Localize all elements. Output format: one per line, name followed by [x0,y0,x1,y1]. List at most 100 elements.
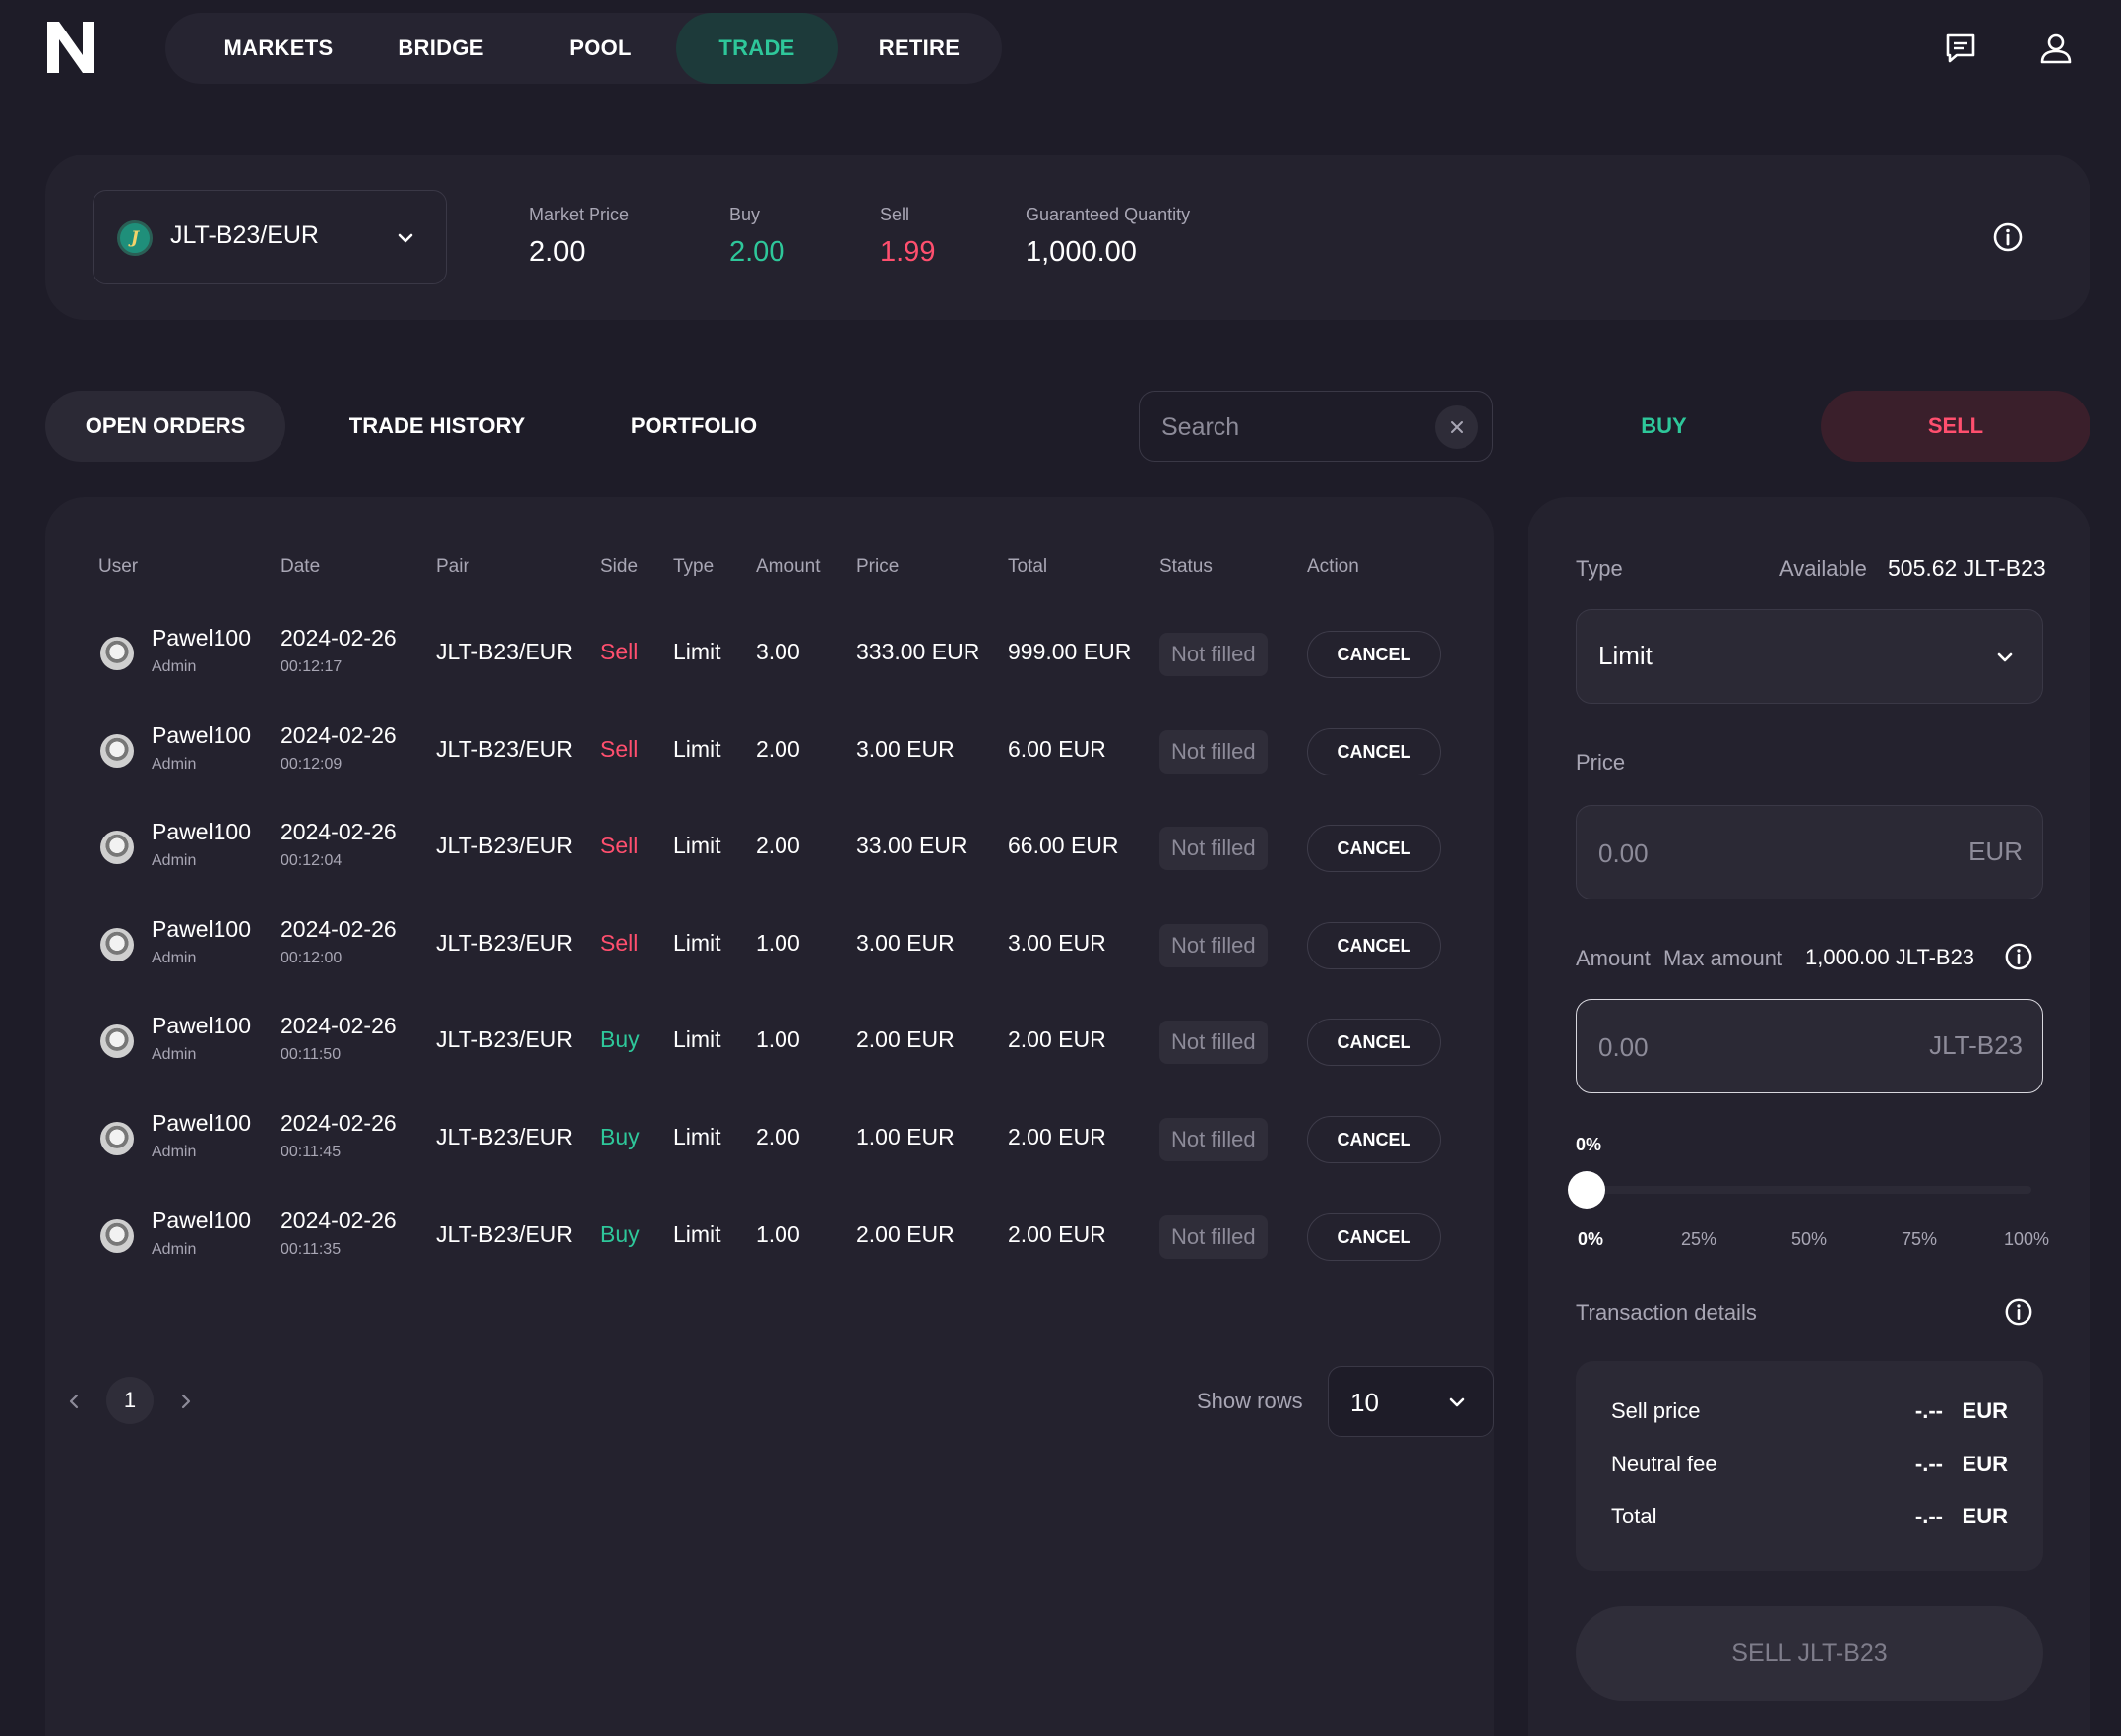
info-icon[interactable] [1992,221,2024,253]
sell-submit-button[interactable]: SELL JLT-B23 [1576,1606,2043,1701]
status-badge: Not filled [1159,1118,1268,1161]
buy-side-tab[interactable]: BUY [1524,391,1804,462]
search-input[interactable] [1161,409,1417,445]
chevron-left-icon[interactable] [59,1387,89,1416]
order-time: 00:11:45 [281,1144,342,1160]
order-total: 66.00 EUR [1008,833,1119,859]
nav-retire[interactable]: RETIRE [839,13,1000,84]
table-row: Pawel100 Admin 2024-02-26 00:11:35 JLT-B23/E… [45,1186,1494,1282]
nav-bridge[interactable]: BRIDGE [362,13,520,84]
chat-icon[interactable] [1943,31,1978,66]
tab-portfolio[interactable]: PORTFOLIO [596,391,791,462]
table-row: Pawel100 Admin 2024-02-26 00:12:04 JLT-B23/E… [45,797,1494,894]
chevron-right-icon[interactable] [171,1387,201,1416]
header-side: Side [600,556,639,577]
avatar [100,831,134,865]
chevron-down-icon [1449,1397,1465,1407]
table-row: Pawel100 Admin 2024-02-26 00:12:09 JLT-B23/E… [45,701,1494,797]
amount-slider-track[interactable] [1587,1186,2031,1194]
pair-label: JLT-B23/EUR [170,221,319,249]
market-price-label: Market Price [530,205,630,224]
guaranteed-quantity-label: Guaranteed Quantity [1026,205,1191,224]
order-type-select[interactable]: Limit [1576,609,2043,704]
order-date: 2024-02-26 [281,819,397,845]
main-nav: MARKETS BRIDGE POOL TRADE RETIRE [165,13,1002,84]
order-type: Limit [673,1124,721,1149]
table-row: Pawel100 Admin 2024-02-26 00:12:00 JLT-B23/E… [45,895,1494,991]
order-price: 2.00 EUR [856,1026,955,1053]
transaction-details-title: Transaction details [1576,1300,1757,1325]
detail-label: Total [1611,1504,1657,1528]
order-side: Buy [600,1026,640,1053]
amount-input[interactable] [1598,1029,1894,1065]
transaction-details-box: Sell price -.-- EUR Neutral fee -.-- EUR… [1576,1361,2043,1571]
status-badge: Not filled [1159,729,1268,774]
search-box [1139,391,1493,462]
nav-markets[interactable]: MARKETS [185,13,372,84]
header-pair: Pair [436,556,469,577]
avatar [100,733,134,768]
order-total: 3.00 EUR [1008,929,1106,956]
type-label: Type [1576,556,1623,581]
order-price: 33.00 EUR [856,833,967,859]
order-amount: 2.00 [756,833,800,859]
amount-slider-thumb[interactable] [1568,1171,1605,1209]
sell-side-tab[interactable]: SELL [1821,391,2090,462]
detail-value: -.-- [1914,1452,1943,1476]
order-time: 00:12:17 [281,658,343,675]
amount-unit: JLT-B23 [1929,1030,2023,1060]
order-type: Limit [673,1220,721,1247]
cancel-order-button[interactable]: CANCEL [1307,1212,1441,1261]
search-clear-button[interactable] [1435,405,1478,449]
rows-per-page-select[interactable]: 10 [1328,1366,1494,1437]
avatar [100,1218,134,1253]
detail-neutral-fee: Neutral fee -.-- EUR [1576,1452,2043,1483]
show-rows-label: Show rows [1197,1389,1303,1413]
header-date: Date [281,556,321,577]
nav-pool[interactable]: POOL [522,13,679,84]
cancel-order-button[interactable]: CANCEL [1307,631,1441,678]
header-user: User [98,556,139,577]
amount-label: Amount [1576,946,1651,970]
order-side: Buy [600,1220,640,1247]
info-icon[interactable] [2004,1297,2033,1327]
order-amount: 1.00 [756,1026,800,1053]
tab-open-orders[interactable]: OPEN ORDERS [45,391,285,462]
order-user: Pawel100 [152,1013,252,1039]
pair-selector[interactable]: J JLT-B23/EUR [93,190,447,284]
order-total: 2.00 EUR [1008,1026,1106,1053]
chevron-down-icon [1997,652,2013,662]
page-number[interactable]: 1 [106,1377,154,1424]
table-row: Pawel100 Admin 2024-02-26 00:11:50 JLT-B23/E… [45,991,1494,1087]
nav-trade[interactable]: TRADE [676,13,838,84]
order-date: 2024-02-26 [281,1013,397,1039]
order-pair: JLT-B23/EUR [436,1026,573,1053]
header-action: Action [1307,556,1359,577]
order-time: 00:12:09 [281,755,343,773]
order-user-role: Admin [152,1144,197,1160]
cancel-order-button[interactable]: CANCEL [1307,825,1441,873]
price-input[interactable] [1598,836,1894,871]
cancel-order-button[interactable]: CANCEL [1307,921,1441,969]
amount-field: JLT-B23 [1576,999,2043,1093]
cancel-order-button[interactable]: CANCEL [1307,1019,1441,1067]
order-side: Sell [600,833,639,859]
header-status: Status [1159,556,1213,577]
app-logo [47,22,94,73]
slider-value-label: 0% [1576,1135,1602,1154]
order-type: Limit [673,639,721,664]
info-icon[interactable] [2004,942,2033,971]
order-type: Limit [673,1026,721,1053]
order-amount: 3.00 [756,639,800,664]
cancel-order-button[interactable]: CANCEL [1307,1116,1441,1163]
order-total: 6.00 EUR [1008,735,1106,762]
user-icon[interactable] [2038,31,2074,66]
order-price: 1.00 EUR [856,1124,955,1149]
detail-value: -.-- [1914,1398,1943,1423]
order-user-role: Admin [152,755,197,773]
order-time: 00:12:00 [281,949,343,966]
tab-trade-history[interactable]: TRADE HISTORY [325,391,549,462]
cancel-order-button[interactable]: CANCEL [1307,727,1441,775]
slider-tick-50: 50% [1791,1229,1828,1249]
table-row: Pawel100 Admin 2024-02-26 00:11:45 JLT-B23/E… [45,1088,1494,1185]
